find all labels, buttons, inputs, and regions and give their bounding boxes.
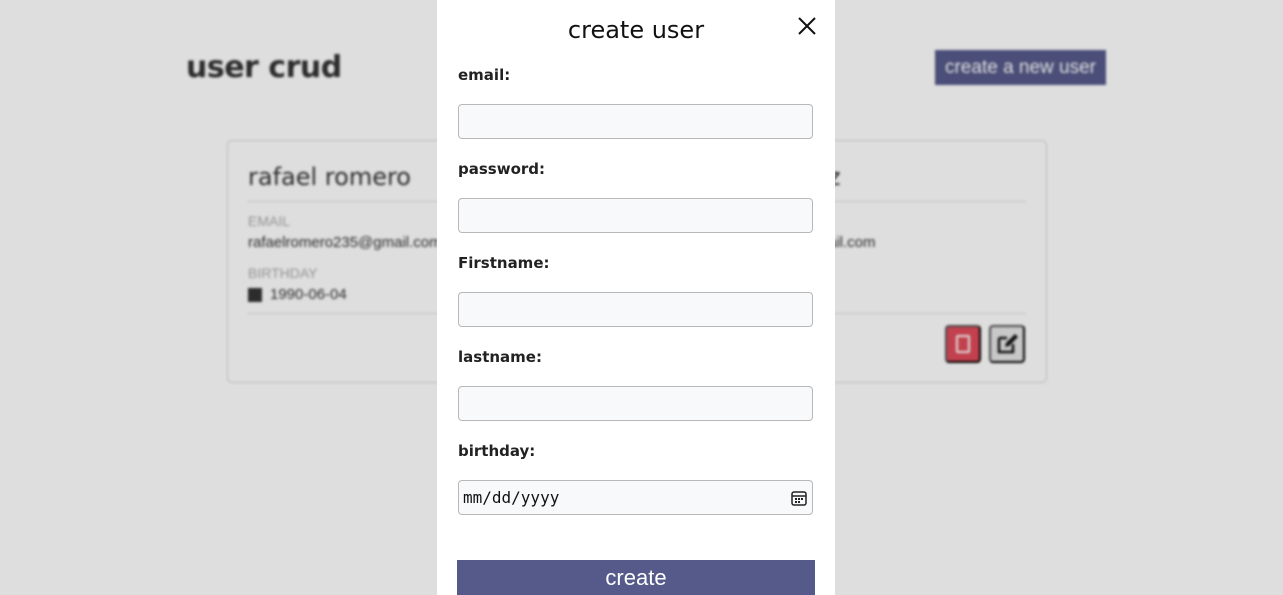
create-user-modal: create user email: password: Firstname: …: [437, 0, 835, 595]
close-button[interactable]: [795, 14, 819, 38]
firstname-label: Firstname:: [458, 254, 550, 272]
modal-title: create user: [567, 16, 705, 44]
close-icon: [798, 17, 816, 35]
email-field[interactable]: [458, 104, 813, 139]
birthday-label: birthday:: [458, 442, 536, 460]
date-placeholder: mm/dd/yyyy: [463, 488, 560, 507]
lastname-field[interactable]: [458, 386, 813, 421]
birthday-date-field[interactable]: mm/dd/yyyy: [458, 480, 813, 515]
create-button[interactable]: create: [457, 560, 815, 595]
password-field[interactable]: [458, 198, 813, 233]
calendar-icon[interactable]: [790, 489, 808, 507]
password-label: password:: [458, 160, 546, 178]
firstname-field[interactable]: [458, 292, 813, 327]
lastname-label: lastname:: [458, 348, 542, 366]
email-label: email:: [458, 66, 511, 84]
